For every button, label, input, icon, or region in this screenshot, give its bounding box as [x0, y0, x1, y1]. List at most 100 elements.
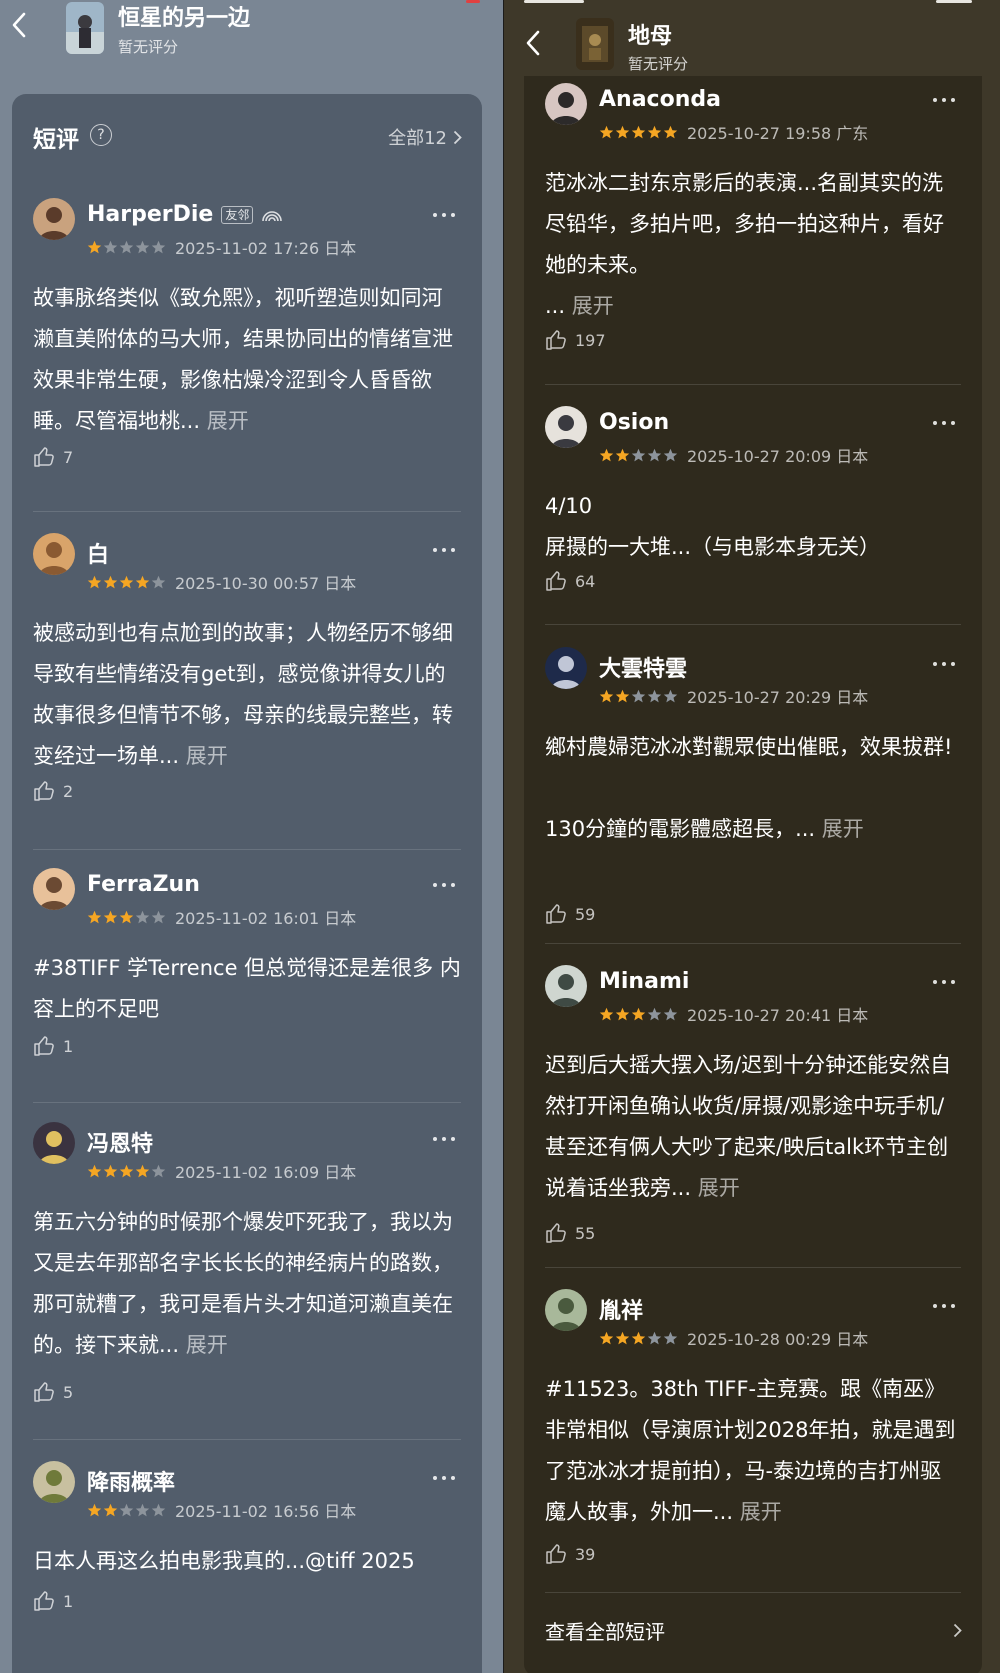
expand-link[interactable]: 展开 [733, 1500, 782, 1524]
view-all-reviews-link[interactable]: 查看全部短评 [545, 1610, 962, 1650]
star-icon [151, 910, 166, 923]
short-reviews-card: Anaconda 2025-10-27 19:58 广东 范冰冰二封东京影后的表演.… [524, 76, 982, 1673]
star-rating [599, 125, 678, 140]
star-icon [599, 1007, 614, 1020]
like-button[interactable]: 55 [545, 1222, 595, 1244]
star-icon [615, 1007, 630, 1020]
back-chevron-icon[interactable] [8, 10, 30, 40]
thumb-up-icon[interactable] [545, 329, 567, 351]
star-icon [87, 240, 102, 253]
review-body: 第五六分钟的时候那个爆发吓死我了，我以为又是去年那部名字长长长的神经病片的路数，… [33, 1202, 461, 1366]
thumb-up-icon[interactable] [545, 903, 567, 925]
avatar[interactable] [545, 965, 587, 1007]
review-date-location: 2025-11-02 16:01 日本 [175, 909, 357, 928]
all-reviews-link[interactable]: 全部12 [388, 124, 462, 150]
avatar[interactable] [33, 533, 75, 575]
more-icon[interactable] [433, 545, 455, 555]
like-button[interactable]: 59 [545, 903, 595, 925]
review-text: 日本人再这么拍电影我真的...@tiff 2025 [33, 1549, 415, 1573]
thumb-up-icon[interactable] [33, 780, 55, 802]
more-icon[interactable] [433, 1134, 455, 1144]
movie-poster[interactable] [66, 2, 104, 54]
username[interactable]: Osion [599, 410, 669, 435]
expand-link[interactable]: 展开 [179, 744, 228, 768]
username[interactable]: 冯恩特 [87, 1126, 153, 1158]
star-icon [631, 125, 646, 138]
like-button[interactable]: 64 [545, 570, 595, 592]
review-body: #38TIFF 学Terrence 但总觉得还是差很多 内容上的不足吧 [33, 948, 461, 1030]
like-button[interactable]: 1 [33, 1590, 73, 1612]
more-icon[interactable] [933, 95, 955, 105]
star-icon [87, 575, 102, 588]
thumb-up-icon[interactable] [33, 446, 55, 468]
more-icon[interactable] [933, 977, 955, 987]
review-body: 日本人再这么拍电影我真的...@tiff 2025 [33, 1541, 461, 1582]
username[interactable]: HarperDie [87, 202, 213, 227]
username[interactable]: FerraZun [87, 872, 200, 897]
more-icon[interactable] [433, 1473, 455, 1483]
thumb-up-icon[interactable] [33, 1590, 55, 1612]
star-icon [135, 240, 150, 253]
short-reviews-card: 短评 ? 全部12 HarperDie 友邻 2025-11-02 17:26 日本… [12, 94, 482, 1673]
avatar[interactable] [33, 1461, 75, 1503]
review-text: 第五六分钟的时候那个爆发吓死我了，我以为又是去年那部名字长长长的神经病片的路数，… [33, 1210, 453, 1357]
review-item: HarperDie 友邻 2025-11-02 17:26 日本 故事脉络类似《致允熙… [33, 198, 461, 476]
more-icon[interactable] [933, 659, 955, 669]
review-body: 故事脉络类似《致允熙》，视听塑造则如同河濑直美附体的马大师，结果协同出的情绪宣泄… [33, 278, 461, 442]
like-button[interactable]: 5 [33, 1381, 73, 1403]
like-button[interactable]: 39 [545, 1543, 595, 1565]
back-chevron-icon[interactable] [522, 28, 544, 58]
star-icon [647, 689, 662, 702]
expand-link[interactable]: 展开 [179, 1333, 228, 1357]
like-button[interactable]: 1 [33, 1035, 73, 1057]
left-header: 恒星的另一边 暂无评分 [0, 0, 503, 62]
avatar[interactable] [545, 83, 587, 125]
like-button[interactable]: 7 [33, 446, 73, 468]
thumb-up-icon[interactable] [33, 1381, 55, 1403]
username[interactable]: 降雨概率 [87, 1465, 175, 1497]
avatar[interactable] [33, 1122, 75, 1164]
movie-poster[interactable] [576, 18, 614, 70]
thumb-up-icon[interactable] [545, 570, 567, 592]
more-icon[interactable] [433, 210, 455, 220]
like-button[interactable]: 197 [545, 329, 606, 351]
review-date-location: 2025-11-02 16:56 日本 [175, 1502, 357, 1521]
review-separator [545, 943, 961, 944]
username[interactable]: Anaconda [599, 87, 721, 112]
review-meta: 2025-10-27 20:41 日本 [599, 1002, 868, 1026]
review-meta: 2025-10-27 19:58 广东 [599, 120, 868, 144]
more-icon[interactable] [933, 1301, 955, 1311]
expand-link[interactable]: 展开 [691, 1176, 740, 1200]
thumb-up-icon[interactable] [545, 1222, 567, 1244]
thumb-up-icon[interactable] [33, 1035, 55, 1057]
expand-link[interactable]: 展开 [200, 409, 249, 433]
ellipsis-text: ... [545, 294, 572, 318]
review-separator [33, 849, 461, 850]
like-button[interactable]: 2 [33, 780, 73, 802]
help-icon[interactable]: ? [90, 124, 112, 146]
star-icon [631, 689, 646, 702]
more-icon[interactable] [933, 418, 955, 428]
review-item: FerraZun 2025-11-02 16:01 日本 #38TIFF 学Terr… [33, 868, 461, 1065]
review-body: 4/10 屏摄的一大堆...（与电影本身无关） [545, 486, 961, 568]
star-icon [119, 1164, 134, 1177]
expand-link[interactable]: 展开 [815, 817, 864, 841]
avatar[interactable] [33, 868, 75, 910]
avatar[interactable] [545, 1289, 587, 1331]
username[interactable]: Minami [599, 969, 689, 994]
expand-link[interactable]: 展开 [572, 294, 614, 318]
thumb-up-icon[interactable] [545, 1543, 567, 1565]
username[interactable]: 白 [87, 537, 109, 569]
username[interactable]: 大雲特雲 [599, 651, 687, 683]
avatar[interactable] [545, 406, 587, 448]
star-icon [103, 1164, 118, 1177]
review-meta: 2025-11-02 16:09 日本 [87, 1159, 356, 1183]
avatar[interactable] [33, 198, 75, 240]
review-separator [33, 511, 461, 512]
username[interactable]: 胤祥 [599, 1293, 643, 1325]
star-icon [599, 125, 614, 138]
like-count: 7 [63, 447, 74, 467]
star-rating [87, 240, 166, 255]
more-icon[interactable] [433, 880, 455, 890]
avatar[interactable] [545, 647, 587, 689]
